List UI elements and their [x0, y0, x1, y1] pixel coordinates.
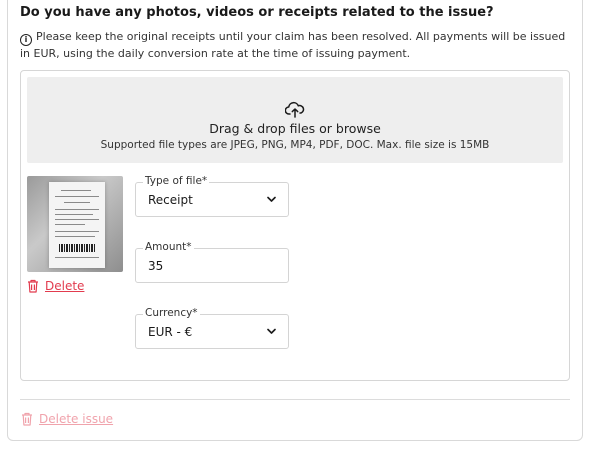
delete-attachment-button[interactable]: Delete [27, 279, 84, 293]
delete-issue-button[interactable]: Delete issue [21, 412, 113, 426]
receipt-image [49, 182, 105, 268]
currency-value[interactable]: EUR - € [148, 325, 192, 339]
amount-value[interactable]: 35 [148, 259, 163, 273]
info-note: i Please keep the original receipts until… [20, 29, 568, 61]
delete-issue-label[interactable]: Delete issue [39, 412, 113, 426]
file-dropzone[interactable]: Drag & drop files or browse Supported fi… [27, 77, 563, 163]
type-of-file-label: Type of file* [143, 175, 210, 187]
receipt-thumbnail[interactable] [27, 176, 123, 272]
chevron-down-icon [267, 328, 276, 334]
trash-icon [28, 279, 38, 293]
currency-label: Currency* [143, 307, 200, 319]
type-of-file-select[interactable]: Type of file* Receipt [135, 175, 289, 217]
dropzone-title[interactable]: Drag & drop files or browse [27, 121, 563, 136]
dropzone-subtitle: Supported file types are JPEG, PNG, MP4,… [100, 139, 490, 151]
info-note-text: Please keep the original receipts until … [20, 30, 566, 60]
info-icon: i [20, 34, 32, 46]
upload-cloud-icon [285, 101, 305, 118]
delete-attachment-label[interactable]: Delete [45, 279, 84, 293]
amount-input[interactable]: Amount* 35 [135, 241, 289, 283]
type-of-file-value[interactable]: Receipt [148, 193, 193, 207]
chevron-down-icon [267, 196, 276, 202]
section-heading: Do you have any photos, videos or receip… [20, 5, 494, 20]
divider [20, 399, 570, 400]
amount-label: Amount* [143, 241, 194, 253]
trash-icon [22, 412, 32, 426]
currency-select[interactable]: Currency* EUR - € [135, 307, 289, 349]
